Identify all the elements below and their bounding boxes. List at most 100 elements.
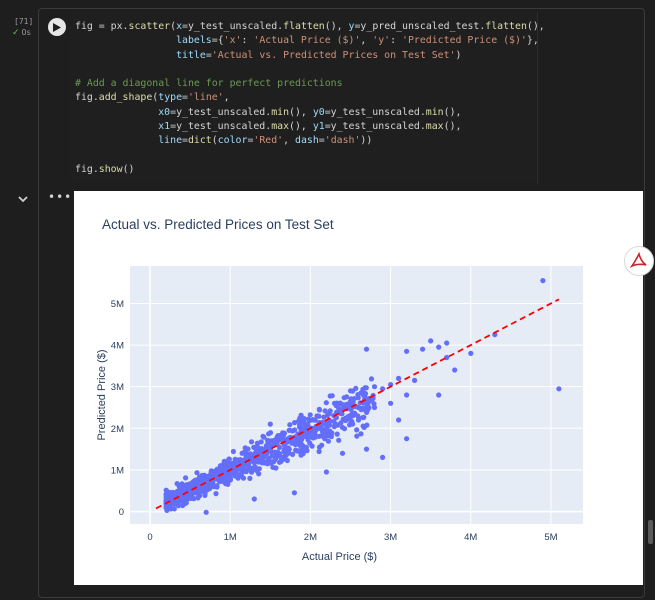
output-panel: Actual vs. Predicted Prices on Test Set … — [74, 191, 643, 585]
data-point — [371, 384, 378, 390]
data-point — [444, 340, 450, 346]
data-point — [363, 446, 370, 452]
data-point — [366, 398, 372, 405]
x-tick-label: 1M — [224, 532, 237, 543]
data-point — [225, 481, 231, 487]
play-icon — [53, 22, 61, 32]
data-point — [190, 494, 196, 501]
data-point — [271, 437, 277, 444]
data-point — [331, 424, 337, 430]
code-text[interactable]: fig = px.scatter(x=y_test_unscaled.flatt… — [75, 20, 545, 177]
data-point — [468, 350, 474, 356]
data-point — [213, 491, 219, 497]
data-point — [341, 426, 348, 432]
data-point — [263, 443, 269, 449]
data-point — [355, 417, 362, 423]
data-point — [276, 459, 283, 465]
data-point — [316, 406, 322, 412]
data-point — [267, 421, 273, 427]
data-point — [226, 456, 232, 462]
data-point — [174, 481, 180, 487]
x-tick-label: 0 — [147, 532, 152, 543]
data-point — [247, 451, 254, 457]
output-more-button[interactable]: ••• — [48, 191, 72, 203]
x-axis-label: Actual Price ($) — [302, 551, 377, 563]
data-point — [292, 427, 298, 433]
data-point — [273, 450, 279, 456]
data-point — [279, 455, 285, 461]
data-point — [388, 400, 394, 406]
data-point — [245, 446, 251, 452]
data-point — [252, 464, 258, 470]
data-point — [301, 424, 307, 430]
data-point — [227, 475, 233, 481]
data-point — [256, 471, 262, 477]
data-point — [203, 509, 209, 515]
scrollbar-thumb[interactable] — [648, 520, 653, 544]
data-point — [324, 412, 330, 418]
data-point — [261, 454, 267, 460]
data-point — [360, 386, 366, 392]
data-point — [420, 346, 426, 352]
x-tick-label: 2M — [304, 532, 317, 543]
data-point — [262, 460, 268, 466]
data-point — [322, 408, 328, 414]
data-point — [303, 444, 309, 450]
y-tick-label: 0 — [119, 507, 124, 518]
data-point — [261, 434, 267, 440]
acrobat-icon — [630, 252, 647, 268]
data-point — [297, 449, 303, 455]
data-point — [241, 450, 247, 456]
data-point — [183, 475, 189, 481]
data-point — [348, 419, 354, 425]
y-axis-label: Predicted Price ($) — [96, 349, 108, 440]
data-point — [556, 386, 562, 392]
data-point — [351, 396, 357, 402]
data-point — [371, 404, 378, 411]
data-point — [327, 393, 333, 399]
data-point — [428, 338, 434, 344]
data-point — [291, 439, 297, 445]
data-point — [322, 436, 328, 442]
data-point — [306, 433, 312, 439]
data-point — [309, 443, 315, 449]
data-point — [292, 420, 298, 426]
y-tick-label: 2M — [111, 424, 124, 435]
data-point — [266, 438, 272, 444]
scatter-plot: 0 1M 2M 3M 4M 5M 0 1M 2M 3M 4M 5M Actual Price ($) Pr… — [96, 266, 583, 563]
data-point — [273, 465, 279, 471]
data-point — [307, 418, 313, 424]
execution-status: ✓ 0s — [12, 28, 31, 38]
data-point — [193, 490, 199, 496]
data-point — [355, 392, 361, 398]
data-point — [316, 444, 323, 450]
data-point — [436, 344, 442, 350]
x-tick-label: 5M — [544, 532, 557, 543]
data-point — [281, 448, 287, 455]
data-point — [334, 431, 340, 437]
data-point — [286, 427, 292, 433]
data-point — [412, 377, 418, 383]
execution-time: 0s — [21, 28, 31, 37]
data-point — [266, 456, 272, 462]
data-point — [339, 450, 346, 456]
data-point — [366, 405, 372, 411]
data-point — [328, 433, 334, 440]
check-icon: ✓ — [12, 28, 20, 38]
data-point — [354, 433, 360, 439]
data-point — [396, 375, 402, 381]
data-point — [226, 461, 232, 467]
data-point — [246, 464, 252, 470]
data-point — [297, 439, 303, 445]
data-point — [287, 422, 293, 428]
chevron-down-icon[interactable] — [17, 194, 29, 204]
data-point — [341, 395, 347, 401]
data-point — [248, 439, 255, 445]
pdf-icon[interactable] — [624, 246, 654, 276]
run-cell-button[interactable] — [48, 18, 66, 36]
data-point — [436, 392, 442, 398]
cell-gutter — [0, 0, 40, 600]
y-tick-label: 3M — [111, 382, 124, 393]
data-point — [174, 489, 180, 495]
y-tick-label: 4M — [111, 341, 124, 352]
